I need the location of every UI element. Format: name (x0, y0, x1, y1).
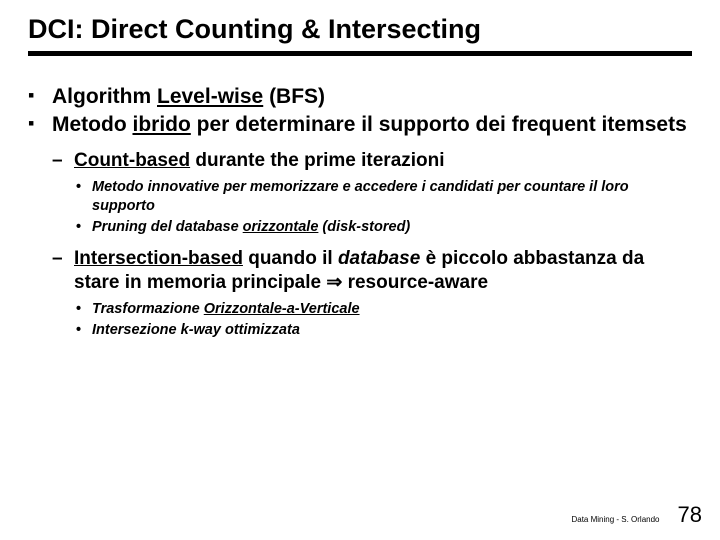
text-underline: Orizzontale-a-Verticale (204, 301, 360, 317)
subsub-innovative: Metodo innovative per memorizzare e acce… (74, 178, 692, 216)
bullet-list: Algorithm Level-wise (BFS) Metodo ibrido… (28, 84, 692, 340)
sub-intersection-based: Intersection-based quando il database è … (52, 247, 692, 340)
subsub-pruning: Pruning del database orizzontale (disk-s… (74, 218, 692, 237)
text: Pruning del database (92, 219, 243, 235)
subsub-intersezione: Intersezione k-way ottimizzata (74, 321, 692, 340)
subsub-list: Trasformazione Orizzontale-a-Verticale I… (74, 300, 692, 340)
text-underline: Level-wise (157, 85, 263, 108)
slide-body: DCI: Direct Counting & Intersecting Algo… (0, 0, 720, 340)
page-number: 78 (678, 502, 702, 528)
text-underline: Count-based (74, 150, 190, 171)
subsub-trasformazione: Trasformazione Orizzontale-a-Verticale (74, 300, 692, 319)
sub-list: Count-based durante the prime iterazioni… (52, 149, 692, 340)
text-italic: database (338, 248, 420, 269)
text-underline: orizzontale (243, 219, 319, 235)
text: Algorithm (52, 85, 157, 108)
footer: Data Mining - S. Orlando 78 (571, 502, 702, 528)
arrow-icon: ⇒ (326, 272, 342, 293)
subsub-list: Metodo innovative per memorizzare e acce… (74, 178, 692, 237)
text: quando il (243, 248, 338, 269)
footer-credit: Data Mining - S. Orlando (571, 515, 659, 524)
slide-title: DCI: Direct Counting & Intersecting (28, 14, 692, 45)
text: durante the prime iterazioni (190, 150, 444, 171)
title-rule (28, 51, 692, 56)
sub-count-based: Count-based durante the prime iterazioni… (52, 149, 692, 237)
text: (disk-stored) (318, 219, 410, 235)
bullet-algorithm: Algorithm Level-wise (BFS) (28, 84, 692, 110)
text-underline: Intersection-based (74, 248, 243, 269)
bullet-metodo: Metodo ibrido per determinare il support… (28, 112, 692, 340)
text: Metodo (52, 113, 132, 136)
text: Trasformazione (92, 301, 204, 317)
text: (BFS) (263, 85, 325, 108)
text: resource-aware (342, 272, 488, 293)
text: per determinare il supporto dei frequent… (191, 113, 687, 136)
text-underline: ibrido (132, 113, 190, 136)
